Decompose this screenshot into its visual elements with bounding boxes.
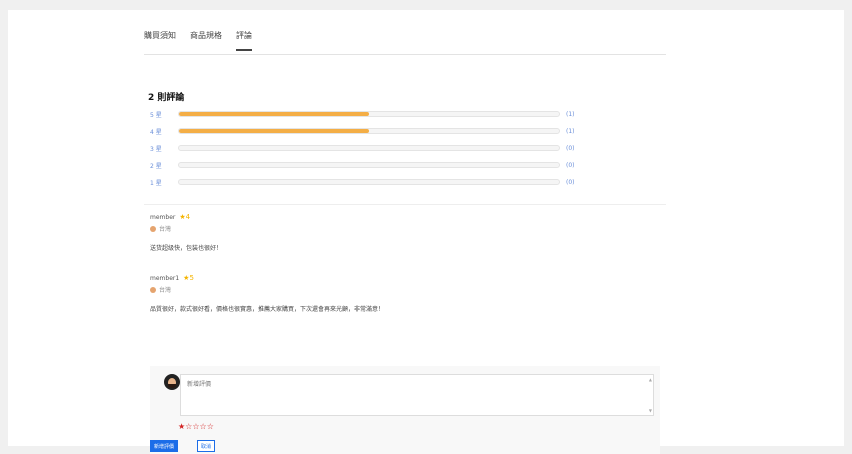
reviewer-name: member — [150, 213, 176, 221]
rating-label: 4 星 — [150, 128, 162, 136]
review-stars: ★4 — [179, 213, 191, 221]
rating-bar — [178, 128, 560, 134]
review-header: member1 ★5 — [150, 274, 384, 282]
review-item: member ★4 台灣 送货超级快，包装也很好！ — [150, 213, 222, 252]
reviewer-avatar — [150, 286, 156, 293]
rating-bar — [178, 111, 560, 117]
comment-input[interactable] — [180, 374, 654, 416]
cancel-button[interactable]: 取消 — [197, 440, 216, 452]
review-stars: ★5 — [183, 274, 194, 282]
rating-row-5[interactable]: 5 星 (1) — [150, 108, 575, 120]
review-location: 台灣 — [159, 287, 172, 294]
tab-purchase-notice[interactable]: 購買須知 — [144, 28, 176, 54]
review-meta: 台灣 — [150, 285, 384, 294]
rating-row-4[interactable]: 4 星 (1) — [150, 125, 575, 137]
review-item: member1 ★5 台灣 品質很好，款式很好看，價格也很實惠，推薦大家購買，下… — [150, 274, 384, 313]
rating-count: (1) — [566, 110, 575, 118]
rating-bar — [178, 145, 560, 151]
rating-row-1[interactable]: 1 星 (0) — [150, 176, 575, 188]
rating-bar — [178, 179, 560, 185]
rating-bar-fill — [179, 112, 369, 116]
rating-count: (0) — [566, 161, 575, 169]
review-header: member ★4 — [150, 213, 222, 221]
user-avatar — [164, 374, 180, 390]
star-rating-input[interactable]: ★☆☆☆☆ — [178, 422, 214, 431]
reviewer-avatar — [150, 225, 156, 232]
rating-bar-fill — [179, 129, 369, 133]
scroll-down-icon[interactable]: ▼ — [649, 408, 652, 413]
tab-bar: 購買須知 商品規格 評論 — [144, 28, 666, 55]
rating-row-2[interactable]: 2 星 (0) — [150, 159, 575, 171]
section-divider — [144, 204, 666, 205]
avatar-beard — [168, 384, 176, 388]
rating-label: 1 星 — [150, 179, 162, 187]
rating-bar — [178, 162, 560, 168]
rating-label: 5 星 — [150, 111, 162, 119]
review-count-title: 2 則評論 — [148, 93, 185, 103]
rating-label: 2 星 — [150, 162, 162, 170]
post-review-button[interactable]: 新增評價 — [150, 440, 179, 452]
reviewer-name: member1 — [150, 274, 180, 282]
rating-count: (1) — [566, 127, 575, 135]
review-meta: 台灣 — [150, 224, 222, 233]
page: 購買須知 商品規格 評論 2 則評論 5 星 (1) 4 星 (1) 3 星 (… — [8, 10, 844, 454]
rating-row-3[interactable]: 3 星 (0) — [150, 142, 575, 154]
review-location: 台灣 — [159, 226, 172, 233]
rating-count: (0) — [566, 144, 575, 152]
review-text: 品質很好，款式很好看，價格也很實惠，推薦大家購買，下次還會再來光顧，非常滿意！ — [150, 306, 385, 313]
rating-count: (0) — [566, 178, 575, 186]
comment-form: ▲ ▼ ★☆☆☆☆ 新增評價 取消 — [150, 366, 660, 454]
tab-reviews[interactable]: 評論 — [236, 28, 252, 51]
scroll-up-icon[interactable]: ▲ — [649, 377, 652, 382]
review-text: 送货超级快，包装也很好！ — [150, 245, 223, 252]
rating-label: 3 星 — [150, 145, 162, 153]
tab-product-spec[interactable]: 商品規格 — [190, 28, 222, 54]
